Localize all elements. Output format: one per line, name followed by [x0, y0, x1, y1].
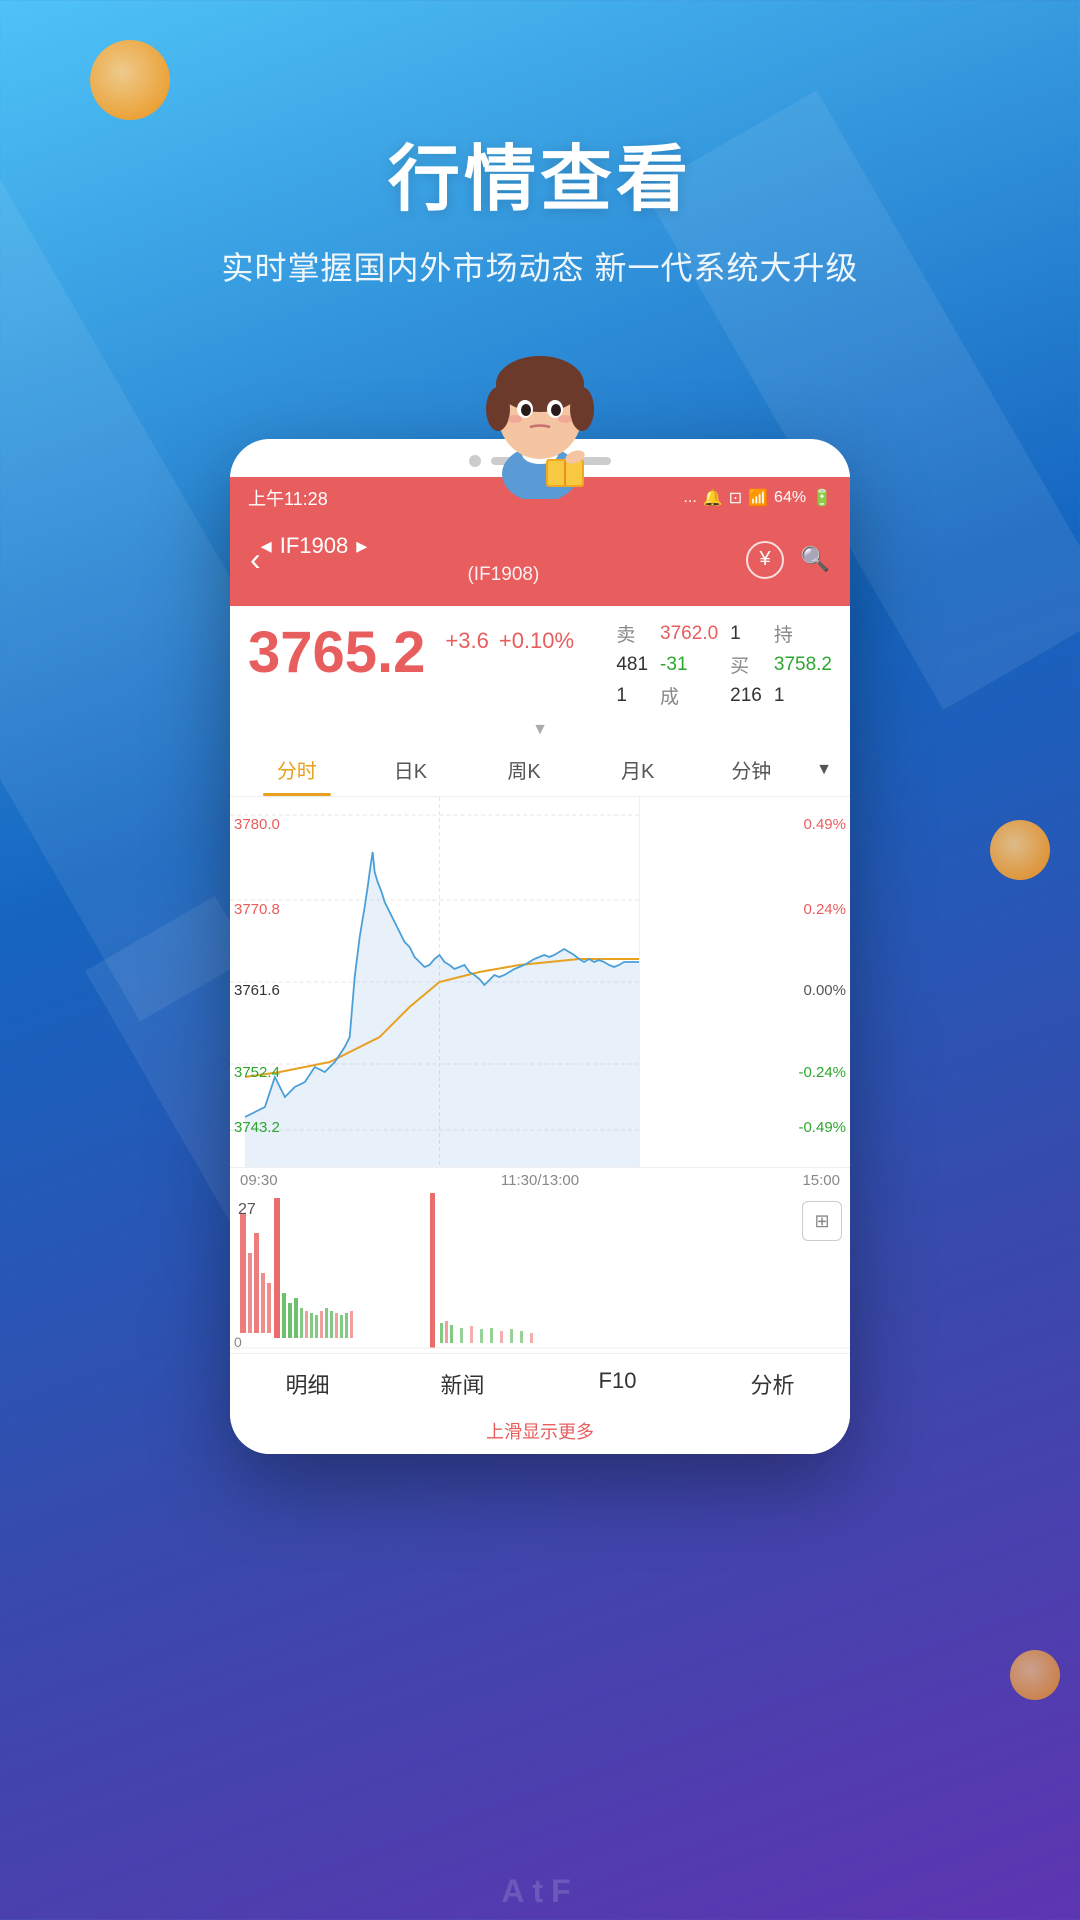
deal-val: 216 [730, 685, 762, 707]
tab-daily-k[interactable]: 日K [354, 743, 468, 796]
x-label-start: 09:30 [240, 1172, 278, 1189]
vol-label-top: 27 [238, 1201, 256, 1219]
nav-symbol: ◂ IF1908 ▸ [261, 531, 746, 562]
atf-badge: AtF [501, 1873, 578, 1910]
volume-area: 27 ⊞ [230, 1193, 850, 1353]
buy-qty: 1 [616, 685, 648, 707]
symbol-sub: (IF1908) [261, 562, 746, 589]
chart-area: 3780.0 3770.8 3761.6 3752.4 3743.2 [230, 797, 850, 1167]
symbol-right-arrow[interactable]: ▸ [356, 531, 367, 562]
x-label-mid: 11:30/13:00 [501, 1172, 579, 1189]
price-detail-grid: 卖 3762.0 1 持 481 -31 买 3758.2 1 成 216 1 [616, 620, 832, 709]
chart-right: 0.49% 0.24% 0.00% -0.24% -0.49% [640, 797, 850, 1167]
tab-mingxi[interactable]: 明细 [230, 1368, 385, 1400]
y-pct-000: 0.00% [803, 982, 846, 999]
volume-chart-icon[interactable]: ⊞ [802, 1201, 842, 1241]
tab-monthly-k[interactable]: 月K [581, 743, 695, 796]
sell-label: 卖 [616, 620, 648, 647]
price-area: 3765.2 +3.6 +0.10% 卖 3762.0 1 持 481 -31 … [230, 606, 850, 717]
hero-subtitle: 实时掌握国内外市场动态 新一代系统大升级 [0, 243, 1080, 289]
hold-val: 481 [616, 654, 648, 676]
symbol-name: IF1908 [280, 531, 349, 562]
sell-qty: 1 [730, 623, 762, 645]
nav-bar: ‹ ◂ IF1908 ▸ (IF1908) ¥ 🔍 [230, 519, 850, 606]
buy-label: 买 [730, 651, 762, 678]
chart-tabs: 分时 日K 周K 月K 分钟 ▼ [230, 743, 850, 797]
dropdown-arrow[interactable]: ▼ [230, 717, 850, 743]
back-button[interactable]: ‹ [250, 541, 261, 578]
hero-section: 行情查看 实时掌握国内外市场动态 新一代系统大升级 [0, 0, 1080, 289]
bottom-hint: 上滑显示更多 [230, 1412, 850, 1454]
y-pct-049: 0.49% [803, 816, 846, 833]
chart-left: 3780.0 3770.8 3761.6 3752.4 3743.2 [230, 797, 640, 1167]
y-label-3752: 3752.4 [234, 1064, 280, 1081]
hold-change: -31 [660, 654, 718, 676]
tab-more-icon[interactable]: ▼ [808, 749, 840, 791]
y-label-3761: 3761.6 [234, 982, 280, 999]
search-button[interactable]: 🔍 [800, 545, 830, 574]
tab-fenshi[interactable]: 分时 [240, 743, 354, 796]
price-change-abs: +3.6 [445, 628, 488, 654]
mascot-container [0, 319, 1080, 499]
nav-title: ◂ IF1908 ▸ (IF1908) [261, 531, 746, 588]
phone-wrapper: 上午11:28 ... 🔔 ⊡ 📶 64% 🔋 ‹ ◂ IF1908 ▸ (IF… [0, 439, 1080, 1454]
main-price: 3765.2 [248, 624, 425, 682]
mascot [460, 319, 620, 499]
bottom-tabs: 明细 新闻 F10 分析 [230, 1353, 850, 1412]
yuan-button[interactable]: ¥ [746, 541, 784, 579]
svg-text:0: 0 [234, 1334, 242, 1350]
yuan-icon: ¥ [760, 548, 771, 571]
y-pct-024: 0.24% [803, 901, 846, 918]
y-label-3743: 3743.2 [234, 1119, 280, 1136]
deal-label: 成 [660, 682, 718, 709]
y-pct-neg024: -0.24% [798, 1064, 846, 1081]
phone-mockup: 上午11:28 ... 🔔 ⊡ 📶 64% 🔋 ‹ ◂ IF1908 ▸ (IF… [230, 439, 850, 1454]
x-label-end: 15:00 [802, 1172, 840, 1189]
tab-minute[interactable]: 分钟 [695, 743, 809, 796]
decorative-orb-3 [1010, 1650, 1060, 1700]
nav-icons: ¥ 🔍 [746, 541, 830, 579]
price-change-row: +3.6 +0.10% [445, 628, 574, 654]
tab-xinwen[interactable]: 新闻 [385, 1368, 540, 1400]
hero-title: 行情查看 [0, 120, 1080, 225]
hold-label: 持 [774, 620, 832, 647]
buy-price: 3758.2 [774, 654, 832, 676]
tab-f10[interactable]: F10 [540, 1368, 695, 1400]
symbol-left-arrow[interactable]: ◂ [261, 531, 272, 562]
tab-fenxi[interactable]: 分析 [695, 1368, 850, 1400]
tab-weekly-k[interactable]: 周K [467, 743, 581, 796]
price-change-pct: +0.10% [499, 628, 574, 654]
y-label-3780: 3780.0 [234, 816, 280, 833]
y-label-3770: 3770.8 [234, 901, 280, 918]
price-changes: +3.6 +0.10% [445, 628, 574, 654]
x-axis: 09:30 11:30/13:00 15:00 [230, 1167, 850, 1193]
sell-price: 3762.0 [660, 623, 718, 645]
y-pct-neg049: -0.49% [798, 1119, 846, 1136]
deal-qty: 1 [774, 685, 832, 707]
